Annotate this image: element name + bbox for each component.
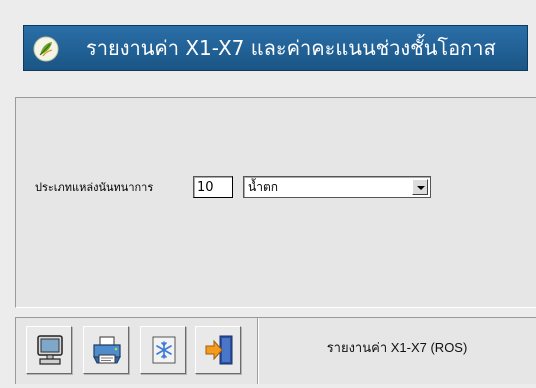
exit-button[interactable] [195,326,241,374]
leaf-logo-icon [33,36,59,62]
form-panel [15,97,536,308]
preview-button[interactable] [26,326,72,374]
refresh-button[interactable] [140,326,186,374]
recreation-type-code-input[interactable] [193,176,233,198]
recreation-type-selected-value: น้ำตก [248,180,278,194]
recreation-type-select[interactable]: น้ำตก [243,176,431,198]
chevron-down-icon[interactable] [412,179,428,195]
title-banner: รายงานค่า X1-X7 และค่าคะแนนช่วงชั้นโอกาส [23,25,528,71]
print-button[interactable] [83,326,129,374]
recreation-type-label: ประเภทแหล่งนันทนาการ [35,181,154,194]
report-name-label: รายงานค่า X1-X7 (ROS) [326,340,468,355]
page-title: รายงานค่า X1-X7 และค่าคะแนนช่วงชั้นโอกาส [86,36,496,60]
